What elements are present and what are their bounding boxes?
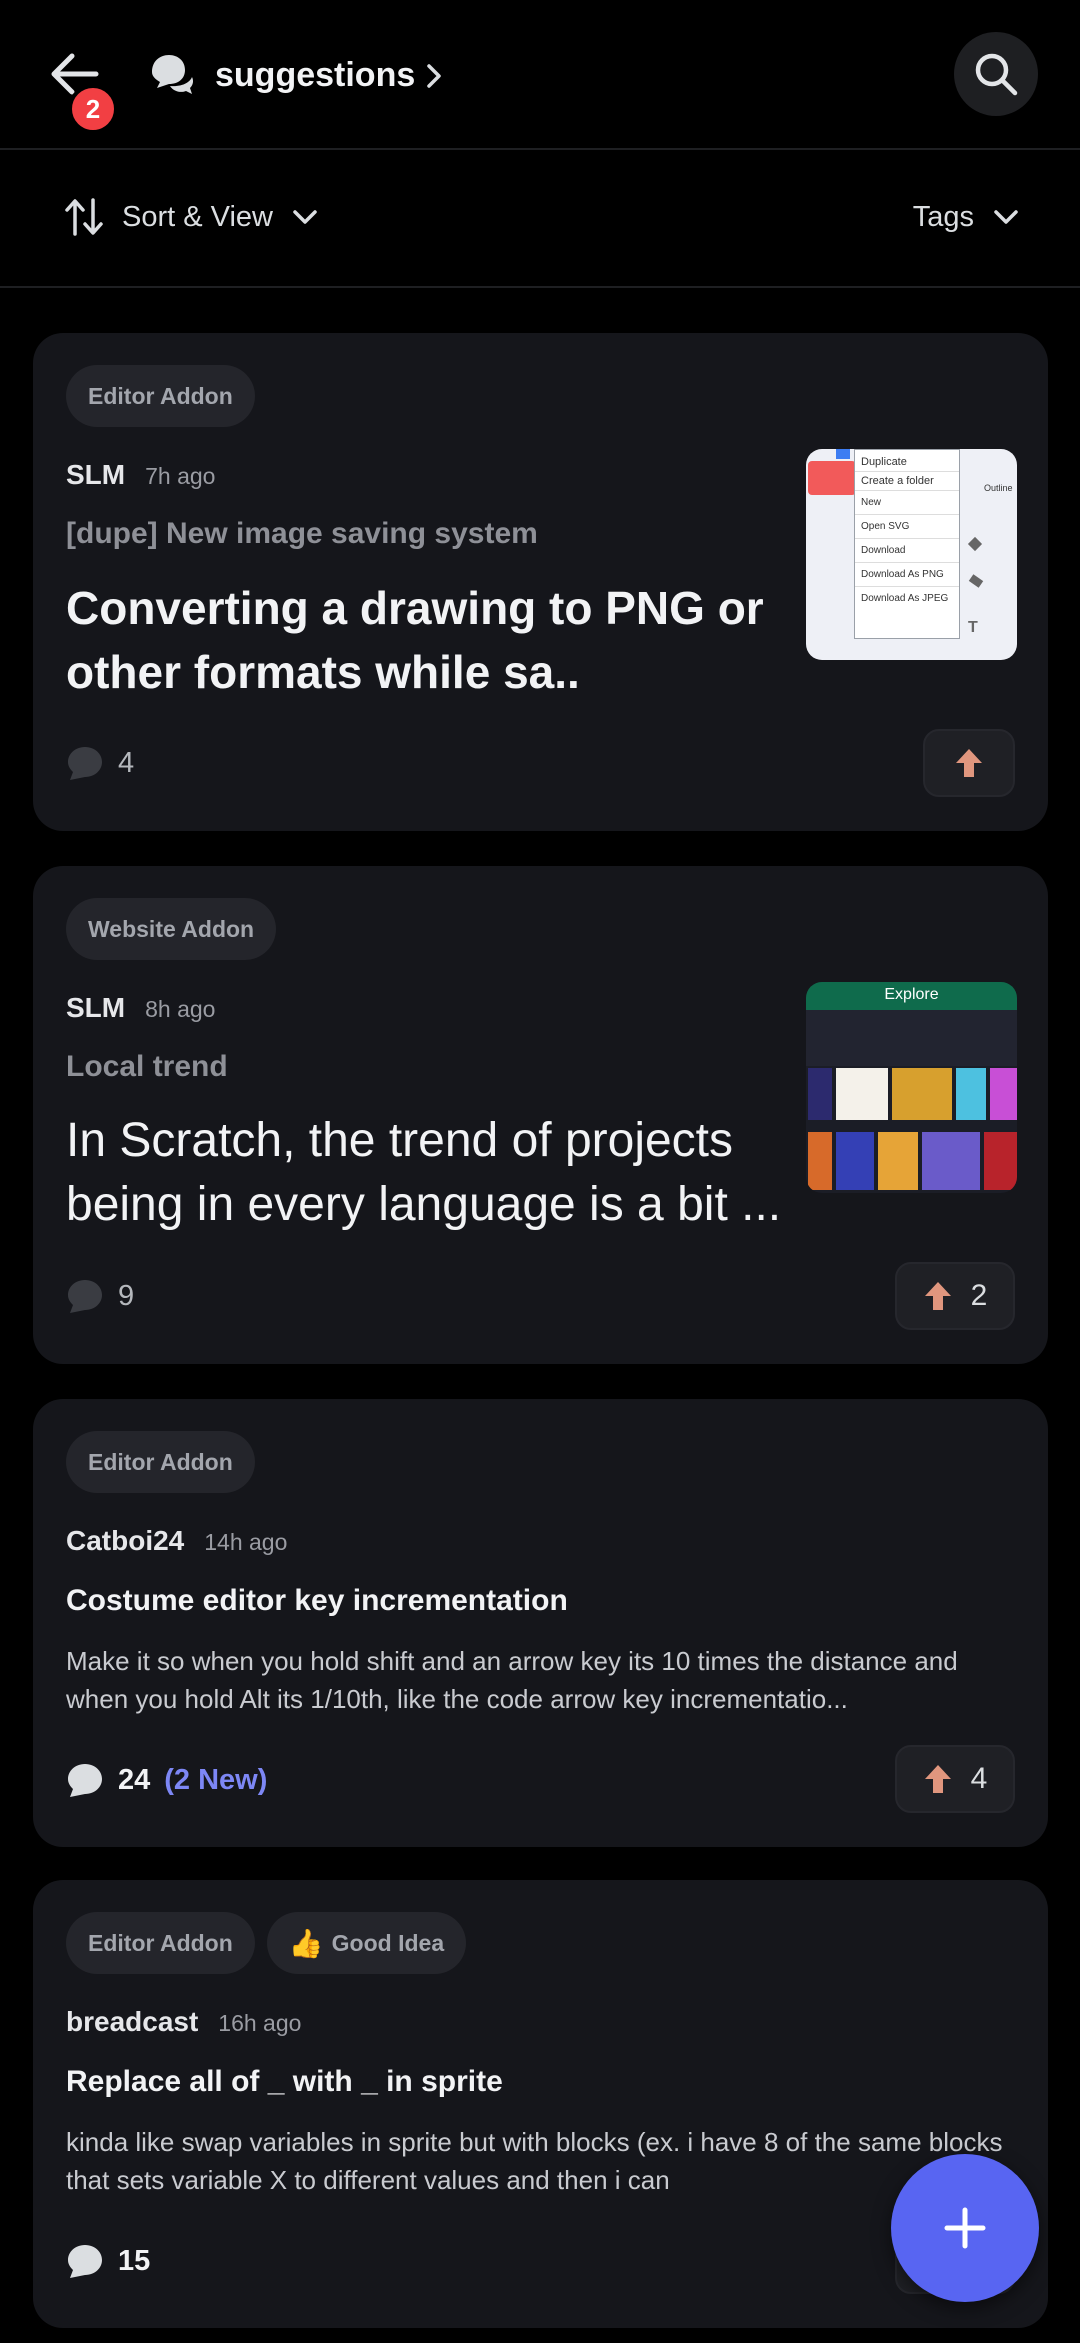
post-thumbnail[interactable]: Duplicate Create a folder New Open SVG D… xyxy=(806,449,1017,660)
post-content: Converting a drawing to PNG or other for… xyxy=(66,582,764,698)
sort-view-button[interactable]: Sort & View xyxy=(64,192,319,242)
thumb-menu-item: New xyxy=(855,490,959,514)
upvote-arrow-icon xyxy=(924,1282,951,1310)
thumb-menu-item: Duplicate xyxy=(861,456,907,468)
tag-chip-good-idea[interactable]: 👍 Good Idea xyxy=(266,1912,467,1974)
thumb-menu-item: Open SVG xyxy=(855,514,959,538)
post-author[interactable]: SLM xyxy=(66,459,125,491)
post-time: 8h ago xyxy=(145,996,216,1022)
thumb-menu-item: Download As PNG xyxy=(855,562,959,586)
header: 2 suggestions xyxy=(0,0,1080,150)
notification-badge: 2 xyxy=(68,84,118,134)
post-author[interactable]: SLM xyxy=(66,992,125,1024)
vote-count: 2 xyxy=(970,1279,988,1312)
thumb-menu-item: Download xyxy=(855,538,959,562)
post-author[interactable]: breadcast xyxy=(66,2006,198,2038)
post-card[interactable]: Editor Addon SLM 7h ago [dupe] New image… xyxy=(33,333,1048,831)
post-time: 16h ago xyxy=(218,2010,302,2036)
comment-bubble-icon xyxy=(68,2245,102,2278)
upvote-arrow-icon xyxy=(956,749,982,777)
sort-view-label: Sort & View xyxy=(122,200,273,233)
chevron-down-icon xyxy=(293,210,317,224)
comment-count[interactable]: 24 (2 New) xyxy=(66,1762,267,1798)
toolbar: Sort & View Tags xyxy=(0,150,1080,288)
thumb-menu-item: Download As JPEG xyxy=(855,586,959,610)
upvote-button[interactable]: 4 xyxy=(895,1745,1015,1813)
post-time: 14h ago xyxy=(204,1529,288,1555)
post-author[interactable]: Catboi24 xyxy=(66,1525,184,1557)
upvote-button[interactable] xyxy=(923,729,1015,797)
post-body: kinda like swap variables in sprite but … xyxy=(66,2127,1003,2195)
post-card[interactable]: Editor Addon Catboi24 14h ago Costume ed… xyxy=(33,1399,1048,1847)
vote-count: 4 xyxy=(970,1762,988,1795)
channel-title[interactable]: suggestions xyxy=(215,52,415,98)
post-subtitle: Local trend xyxy=(66,1050,228,1083)
post-title: Costume editor key incrementation xyxy=(66,1584,568,1617)
comment-bubble-icon xyxy=(68,747,102,780)
tag-chip[interactable]: Editor Addon xyxy=(66,1912,255,1974)
tags-filter-button[interactable]: Tags xyxy=(913,192,1020,242)
tag-chip[interactable]: Website Addon xyxy=(66,898,277,960)
thumb-menu-item: Create a folder xyxy=(855,471,959,490)
post-thumbnail[interactable]: Explore xyxy=(806,982,1017,1193)
comment-count[interactable]: 15 xyxy=(66,2243,150,2279)
chevron-right-icon[interactable] xyxy=(422,60,446,92)
new-post-button[interactable] xyxy=(891,2154,1039,2302)
chevron-down-icon xyxy=(994,210,1018,224)
post-title: Replace all of _ with _ in sprite xyxy=(66,2065,503,2098)
upvote-button[interactable]: 2 xyxy=(895,1262,1015,1330)
upvote-arrow-icon xyxy=(924,1765,951,1793)
comment-bubble-icon xyxy=(68,1764,102,1797)
search-icon xyxy=(975,53,1018,96)
comment-count[interactable]: 9 xyxy=(66,1278,134,1314)
comment-count[interactable]: 4 xyxy=(66,745,134,781)
post-card[interactable]: Website Addon SLM 8h ago Local trend In … xyxy=(33,866,1048,1364)
tags-label: Tags xyxy=(912,200,974,233)
thumb-side-label: Outline xyxy=(984,483,1013,493)
new-comments-count: (2 New) xyxy=(164,1763,268,1796)
tag-chip[interactable]: Editor Addon xyxy=(66,1431,255,1493)
post-card[interactable]: Editor Addon 👍 Good Idea breadcast 16h a… xyxy=(33,1880,1048,2328)
tag-chip[interactable]: Editor Addon xyxy=(66,365,255,427)
thumbs-up-icon: 👍 xyxy=(288,1927,324,1959)
search-button[interactable] xyxy=(954,32,1038,116)
forum-icon xyxy=(148,52,194,98)
comment-bubble-icon xyxy=(68,1280,102,1313)
post-body: Make it so when you hold shift and an ar… xyxy=(66,1646,958,1714)
post-time: 7h ago xyxy=(145,463,216,489)
sort-arrows-icon xyxy=(65,198,103,236)
thumb-header: Explore xyxy=(806,982,1017,1010)
plus-icon xyxy=(944,2207,986,2249)
post-content: In Scratch, the trend of projects being … xyxy=(66,1114,782,1231)
post-subtitle: [dupe] New image saving system xyxy=(66,517,538,550)
